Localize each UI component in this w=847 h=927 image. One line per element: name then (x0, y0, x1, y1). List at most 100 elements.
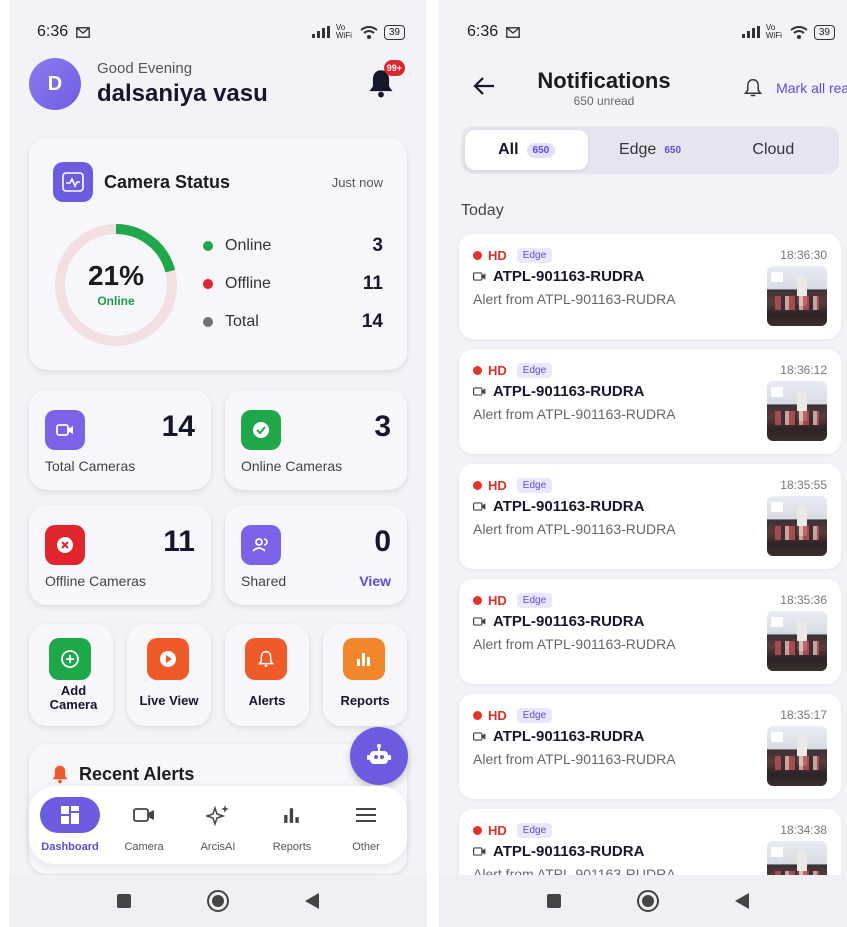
users-icon (241, 525, 281, 565)
snapshot-thumbnail[interactable] (767, 266, 827, 326)
legend-value: 3 (372, 235, 383, 256)
shared-card[interactable]: 0 Shared View (225, 505, 407, 605)
camera-status-updated: Just now (331, 175, 383, 190)
offline-cameras-card[interactable]: 11 Offline Cameras (29, 505, 211, 605)
status-dot (473, 251, 482, 260)
nav-other[interactable]: Other (333, 797, 399, 853)
bar-chart-icon (343, 638, 385, 680)
recent-alerts-title: Recent Alerts (79, 764, 195, 784)
device-name: ATPL-901163-RUDRA (493, 613, 645, 630)
notification-tabs: All 650 Edge 650 Cloud (461, 126, 839, 174)
reports-label: Reports (340, 693, 390, 708)
online-cameras-card[interactable]: 3 Online Cameras (225, 390, 407, 490)
assistant-fab[interactable] (350, 727, 408, 785)
shared-view-link[interactable]: View (359, 573, 391, 589)
status-dot (473, 366, 482, 375)
tab-edge[interactable]: Edge 650 (588, 130, 711, 170)
camera-icon (45, 410, 85, 450)
vowifi-label: Vo WiFi (335, 23, 352, 40)
notification-time: 18:35:55 (780, 478, 827, 492)
video-icon (473, 387, 486, 396)
unread-count: 650 unread (573, 94, 635, 108)
nav-reports[interactable]: Reports (259, 797, 325, 853)
snapshot-thumbnail[interactable] (767, 381, 827, 441)
quality-tag: HD (488, 823, 507, 838)
notifications-button[interactable]: 99+ (367, 60, 405, 100)
alerts-label: Alerts (248, 693, 286, 708)
status-bar: 6:36 Vo WiFi 39 (9, 18, 427, 46)
mark-all-read-button[interactable]: Mark all read (744, 78, 847, 98)
mark-all-read-label: Mark all read (776, 80, 847, 96)
nav-arcisai[interactable]: ArcisAI (185, 797, 251, 853)
clock: 6:36 (467, 23, 499, 40)
notification-time: 18:36:12 (780, 363, 827, 377)
reports-button[interactable]: Reports (323, 624, 407, 726)
total-cameras-card[interactable]: 14 Total Cameras (29, 390, 211, 490)
tab-cloud[interactable]: Cloud (712, 130, 835, 170)
sparkle-icon (206, 805, 229, 826)
notification-time: 18:36:30 (780, 248, 827, 262)
tab-count: 650 (664, 144, 682, 156)
device-name: ATPL-901163-RUDRA (493, 843, 645, 860)
camera-status-card: Camera Status Just now 21% Online Online… (29, 138, 407, 370)
online-dot (203, 241, 213, 251)
nav-camera[interactable]: Camera (111, 797, 177, 853)
status-dot (473, 481, 482, 490)
quality-tag: HD (488, 593, 507, 608)
nav-label: Camera (124, 841, 164, 853)
notification-time: 18:35:17 (780, 708, 827, 722)
snapshot-thumbnail[interactable] (767, 726, 827, 786)
battery: 39 (383, 24, 405, 40)
recents-icon[interactable] (116, 893, 132, 909)
tab-all[interactable]: All 650 (465, 130, 589, 170)
quality-tag: HD (488, 248, 507, 263)
system-navigation (9, 875, 427, 927)
avatar[interactable]: D (29, 58, 81, 110)
notification-item[interactable]: HD Edge 18:35:17 ATPL-901163-RUDRA Alert … (459, 694, 841, 799)
snapshot-thumbnail[interactable] (767, 496, 827, 556)
check-circle-icon (241, 410, 281, 450)
nav-dashboard[interactable]: Dashboard (37, 797, 103, 853)
play-circle-icon (147, 638, 189, 680)
signal-icon (741, 26, 760, 38)
bottom-navigation: Dashboard Camera ArcisAI Reports Other (29, 786, 407, 864)
online-cameras-label: Online Cameras (241, 458, 343, 474)
wifi-icon (790, 25, 808, 39)
notification-item[interactable]: HD Edge 18:35:55 ATPL-901163-RUDRA Alert … (459, 464, 841, 569)
device-name: ATPL-901163-RUDRA (493, 383, 645, 400)
legend-online: Online 3 (203, 234, 383, 258)
video-icon (473, 502, 486, 511)
quality-tag: HD (488, 363, 507, 378)
status-dot (473, 596, 482, 605)
back-triangle-icon[interactable] (734, 892, 750, 910)
recents-icon[interactable] (546, 893, 562, 909)
tab-label: All (498, 141, 519, 158)
offline-cameras-label: Offline Cameras (45, 573, 146, 589)
battery: 39 (813, 24, 835, 40)
device-name: ATPL-901163-RUDRA (493, 498, 645, 515)
notification-item[interactable]: HD Edge 18:36:12 ATPL-901163-RUDRA Alert … (459, 349, 841, 454)
add-camera-button[interactable]: Add Camera (29, 624, 113, 726)
source-badge: Edge (516, 708, 553, 723)
notifications-screen: 6:36 Vo WiFi 39 Notifications 650 unread… (439, 0, 847, 927)
nav-label: ArcisAI (200, 841, 236, 853)
snapshot-thumbnail[interactable] (767, 611, 827, 671)
notification-item[interactable]: HD Edge 18:36:30 ATPL-901163-RUDRA Alert … (459, 234, 841, 339)
notification-time: 18:35:36 (780, 593, 827, 607)
video-icon (473, 732, 486, 741)
notification-item[interactable]: HD Edge 18:35:36 ATPL-901163-RUDRA Alert … (459, 579, 841, 684)
source-badge: Edge (516, 248, 553, 263)
activity-icon (53, 162, 93, 202)
total-cameras-count: 14 (161, 410, 195, 443)
signal-icon (311, 26, 330, 38)
alerts-button[interactable]: Alerts (225, 624, 309, 726)
notification-time: 18:34:38 (780, 823, 827, 837)
back-triangle-icon[interactable] (304, 892, 320, 910)
home-icon[interactable] (636, 889, 660, 913)
mail-icon (506, 26, 521, 38)
mail-icon (76, 26, 91, 38)
live-view-button[interactable]: Live View (127, 624, 211, 726)
home-icon[interactable] (206, 889, 230, 913)
device-name: ATPL-901163-RUDRA (493, 728, 645, 745)
system-navigation (439, 875, 847, 927)
